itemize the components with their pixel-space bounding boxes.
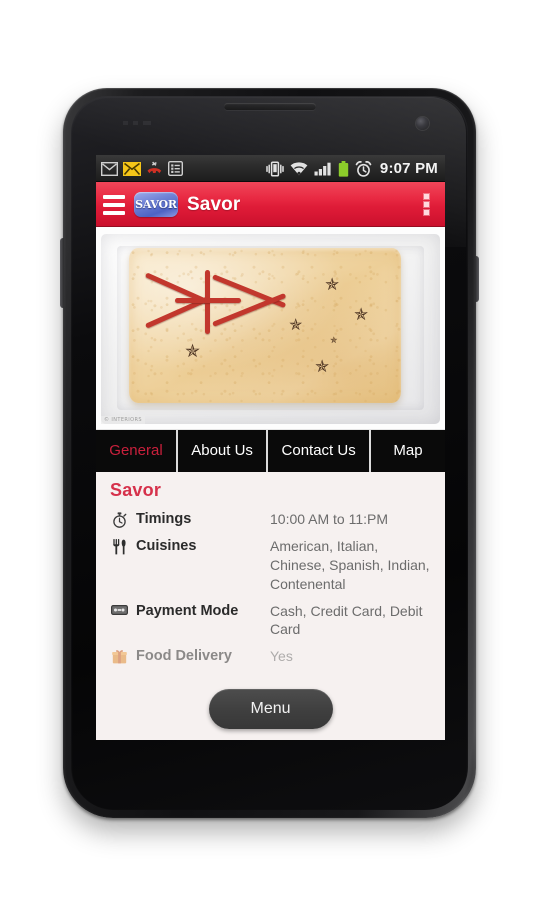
tab-contact-us[interactable]: Contact Us [268, 430, 370, 472]
app-title: Savor [187, 193, 241, 215]
image-watermark: © INTERIORS [101, 416, 145, 424]
app-action-bar: SAVOR Savor [96, 182, 445, 227]
tab-about-us[interactable]: About Us [177, 430, 267, 472]
restaurant-name-heading: Savor [110, 480, 162, 500]
tab-general[interactable]: General [96, 430, 176, 472]
detail-label-timings: Timings [136, 511, 192, 527]
detail-value-payment-mode: Cash, Credit Card, Debit Card [270, 602, 423, 638]
sms-message-icon [123, 161, 141, 176]
detail-value-timings: 10:00 AM to 11:PM [270, 511, 389, 527]
front-camera-icon [416, 117, 429, 130]
status-bar-clock: 9:07 PM [379, 160, 438, 177]
pepper-star: ✯ [354, 305, 369, 324]
restaurant-hero-image[interactable]: ✯ ✯ ✯ ✯ ✯ ✯ © INTERIORS [96, 227, 445, 430]
menu-button[interactable]: Menu [208, 689, 333, 729]
overflow-menu-icon[interactable] [416, 190, 436, 220]
section-tab-bar: General About Us Contact Us Map [96, 430, 445, 472]
tab-map[interactable]: Map [371, 430, 445, 472]
vibrate-mode-icon [266, 160, 284, 177]
gmail-icon [101, 161, 118, 176]
alarm-clock-icon [355, 160, 372, 177]
hamburger-menu-icon[interactable] [103, 194, 125, 215]
general-info-panel: Savor Timings 10:00 AM to 11:PM Cuisines… [96, 472, 445, 740]
detail-row-payment-mode: Payment Mode Cash, Credit Card, Debit Ca… [96, 597, 445, 643]
detail-row-timings: Timings 10:00 AM to 11:PM [96, 505, 445, 532]
detail-row-food-delivery: Food Delivery Yes [96, 642, 445, 669]
app-logo: SAVOR [134, 192, 178, 217]
cutlery-icon [108, 537, 130, 555]
gift-box-icon [108, 647, 130, 664]
pepper-star: ✯ [289, 317, 303, 334]
detail-label-food-delivery: Food Delivery [136, 648, 232, 665]
app-logo-text: SAVOR [135, 198, 177, 211]
pepper-star: ✯ [315, 357, 330, 376]
proximity-sensor-icon [123, 121, 151, 125]
status-bar-system-icons: 9:07 PM [266, 160, 438, 177]
calendar-event-icon [168, 161, 183, 176]
earpiece-grille [223, 103, 316, 110]
detail-label-cuisines: Cuisines [136, 538, 197, 555]
status-bar-notifications [101, 161, 183, 176]
detail-row-cuisines: Cuisines American, Italian, Chinese, Spa… [96, 532, 445, 596]
detail-label-payment-mode: Payment Mode [136, 602, 239, 619]
phone-screen: 9:07 PM SAVOR Savor ✯ ✯ ✯ ✯ ✯ ✯ © INTERI… [96, 155, 445, 740]
pepper-star: ✯ [185, 341, 201, 361]
missed-call-icon [147, 161, 162, 174]
wifi-signal-icon [290, 161, 308, 175]
detail-value-food-delivery: Yes [270, 648, 293, 665]
status-bar[interactable]: 9:07 PM [96, 155, 445, 182]
detail-value-cuisines: American, Italian, Chinese, Spanish, Ind… [270, 538, 430, 592]
power-button[interactable] [475, 256, 479, 302]
volume-button[interactable] [60, 238, 64, 308]
stopwatch-icon [108, 510, 130, 528]
banknote-icon [108, 602, 130, 616]
cellular-signal-icon [314, 162, 331, 175]
pepper-star: ✯ [325, 275, 340, 294]
battery-full-icon [338, 160, 349, 177]
pepper-star: ✯ [330, 335, 338, 345]
phone-device: 9:07 PM SAVOR Savor ✯ ✯ ✯ ✯ ✯ ✯ © INTERI… [60, 88, 479, 818]
australian-flag-pastry: ✯ ✯ ✯ ✯ ✯ ✯ [129, 248, 401, 403]
